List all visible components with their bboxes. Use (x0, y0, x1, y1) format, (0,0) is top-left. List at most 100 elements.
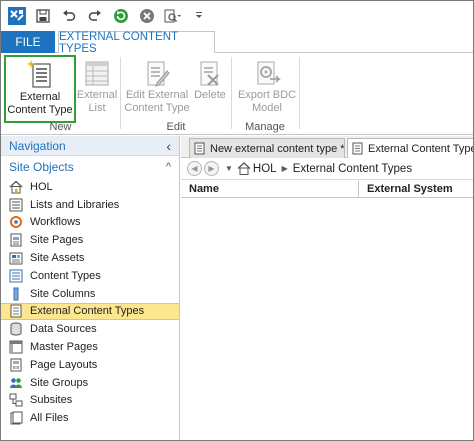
nav-item-master-pages[interactable]: Master Pages (1, 338, 179, 356)
delete-label: Delete (194, 89, 226, 101)
column-header-external-system[interactable]: External System (359, 181, 453, 197)
group-divider (299, 57, 300, 129)
nav-item-label: Site Columns (30, 287, 96, 300)
navigation-header: Navigation ‹ (1, 136, 179, 156)
home-icon (9, 180, 23, 194)
site-objects-section[interactable]: Site Objects ^ (1, 156, 179, 178)
document-icon (352, 142, 363, 155)
site-objects-label: Site Objects (9, 160, 74, 174)
nav-item-page-layouts[interactable]: Page Layouts (1, 356, 179, 374)
collapse-section-icon[interactable]: ^ (166, 161, 171, 173)
undo-icon[interactable] (59, 6, 79, 26)
home-icon (237, 162, 251, 175)
nav-item-label: Subsites (30, 394, 73, 407)
navigation-title: Navigation (9, 138, 66, 153)
nav-item-all-files[interactable]: All Files (1, 409, 179, 427)
column-icon (9, 287, 23, 301)
group-label-edit: Edit (166, 121, 186, 133)
tab-label: External Content Types (368, 142, 474, 155)
folder-icon (9, 411, 23, 425)
nav-item-label: All Files (30, 412, 69, 425)
page-layout-icon (9, 358, 23, 372)
nav-item-label: Site Groups (30, 376, 89, 389)
assets-icon (9, 251, 23, 265)
group-icon (9, 376, 23, 390)
tab-file[interactable]: FILE (1, 31, 55, 53)
document-icon (194, 142, 205, 155)
site-objects-list: HOL Lists and Libraries Workflows Site P… (1, 178, 179, 427)
export-bdc-model-icon (253, 55, 281, 87)
sharepoint-designer-window: FILE EXTERNAL CONTENT TYPES External Con… (0, 0, 474, 441)
nav-item-hol[interactable]: HOL (1, 178, 179, 196)
nav-item-content-types[interactable]: Content Types (1, 267, 179, 285)
breadcrumb-root[interactable]: HOL (253, 163, 277, 175)
navigation-pane: Navigation ‹ Site Objects ^ HOL Lists an… (1, 136, 180, 440)
group-label-manage: Manage (245, 121, 285, 133)
save-icon[interactable] (33, 6, 53, 26)
ribbon-tabs: FILE EXTERNAL CONTENT TYPES (1, 31, 473, 55)
redo-icon[interactable] (85, 6, 105, 26)
nav-item-label: Page Layouts (30, 358, 98, 371)
column-header-name[interactable]: Name (181, 181, 359, 197)
nav-item-external-content-types[interactable]: External Content Types (1, 302, 179, 321)
back-icon[interactable]: ◀ (187, 161, 202, 176)
new-external-content-type-label: External Content Type (7, 91, 73, 116)
history-dropdown-icon[interactable]: ▼ (225, 164, 233, 173)
edit-external-content-type-icon (144, 55, 170, 87)
group-divider (120, 57, 121, 129)
content-types-icon (9, 269, 23, 283)
edit-external-content-type-label: Edit External Content Type (124, 89, 190, 114)
sharepoint-app-icon[interactable] (7, 6, 27, 26)
nav-item-site-columns[interactable]: Site Columns (1, 285, 179, 303)
nav-item-subsites[interactable]: Subsites (1, 392, 179, 410)
quick-access-toolbar (1, 1, 473, 31)
external-list-label: External List (76, 89, 118, 114)
refresh-icon[interactable] (111, 6, 131, 26)
edit-external-content-type-button[interactable]: Edit External Content Type (123, 55, 191, 123)
tab-external-content-types-page[interactable]: External Content Types (347, 138, 474, 158)
nav-item-label: HOL (30, 180, 53, 193)
page-icon (9, 233, 23, 247)
document-tabs: New external content type * External Con… (181, 136, 474, 158)
nav-item-label: Site Assets (30, 252, 85, 265)
ribbon: External Content Type External List New (1, 53, 473, 135)
nav-item-label: Lists and Libraries (30, 198, 120, 211)
nav-item-label: Site Pages (30, 234, 84, 247)
database-icon (9, 322, 23, 336)
breadcrumb-current[interactable]: External Content Types (293, 163, 412, 175)
nav-item-site-groups[interactable]: Site Groups (1, 374, 179, 392)
delete-button[interactable]: Delete (192, 55, 228, 123)
new-external-content-type-button[interactable]: External Content Type (4, 55, 76, 123)
nav-item-label: Content Types (30, 269, 101, 282)
master-page-icon (9, 340, 23, 354)
tab-external-content-types[interactable]: EXTERNAL CONTENT TYPES (58, 31, 215, 55)
delete-icon (198, 55, 222, 87)
nav-item-label: Data Sources (30, 323, 97, 336)
external-content-types-icon (9, 304, 23, 318)
customize-qat-icon[interactable] (189, 6, 209, 26)
forward-icon[interactable]: ▶ (204, 161, 219, 176)
breadcrumb: ◀ ▶ ▼ HOL ▶ External Content Types (181, 158, 473, 180)
collapse-navigation-icon[interactable]: ‹ (166, 138, 171, 154)
list-header: Name External System (181, 181, 473, 198)
list-icon (9, 198, 23, 212)
nav-item-site-assets[interactable]: Site Assets (1, 249, 179, 267)
nav-item-data-sources[interactable]: Data Sources (1, 320, 179, 338)
breadcrumb-separator-icon: ▶ (281, 164, 288, 173)
export-bdc-model-label: Export BDC Model (237, 89, 297, 114)
nav-item-workflows[interactable]: Workflows (1, 214, 179, 232)
export-bdc-model-button[interactable]: Export BDC Model (234, 55, 300, 123)
preview-icon[interactable] (163, 6, 183, 26)
nav-item-label: External Content Types (30, 305, 145, 318)
main-area: New external content type * External Con… (181, 136, 474, 440)
stop-icon[interactable] (137, 6, 157, 26)
tab-new-external-content-type[interactable]: New external content type * (189, 138, 345, 158)
nav-item-site-pages[interactable]: Site Pages (1, 231, 179, 249)
external-list-icon (84, 55, 110, 87)
tab-label: New external content type * (210, 142, 345, 155)
external-list-button[interactable]: External List (77, 55, 117, 123)
external-content-type-icon (26, 57, 54, 89)
group-divider (231, 57, 232, 129)
workflow-icon (9, 215, 23, 229)
nav-item-lists-and-libraries[interactable]: Lists and Libraries (1, 196, 179, 214)
